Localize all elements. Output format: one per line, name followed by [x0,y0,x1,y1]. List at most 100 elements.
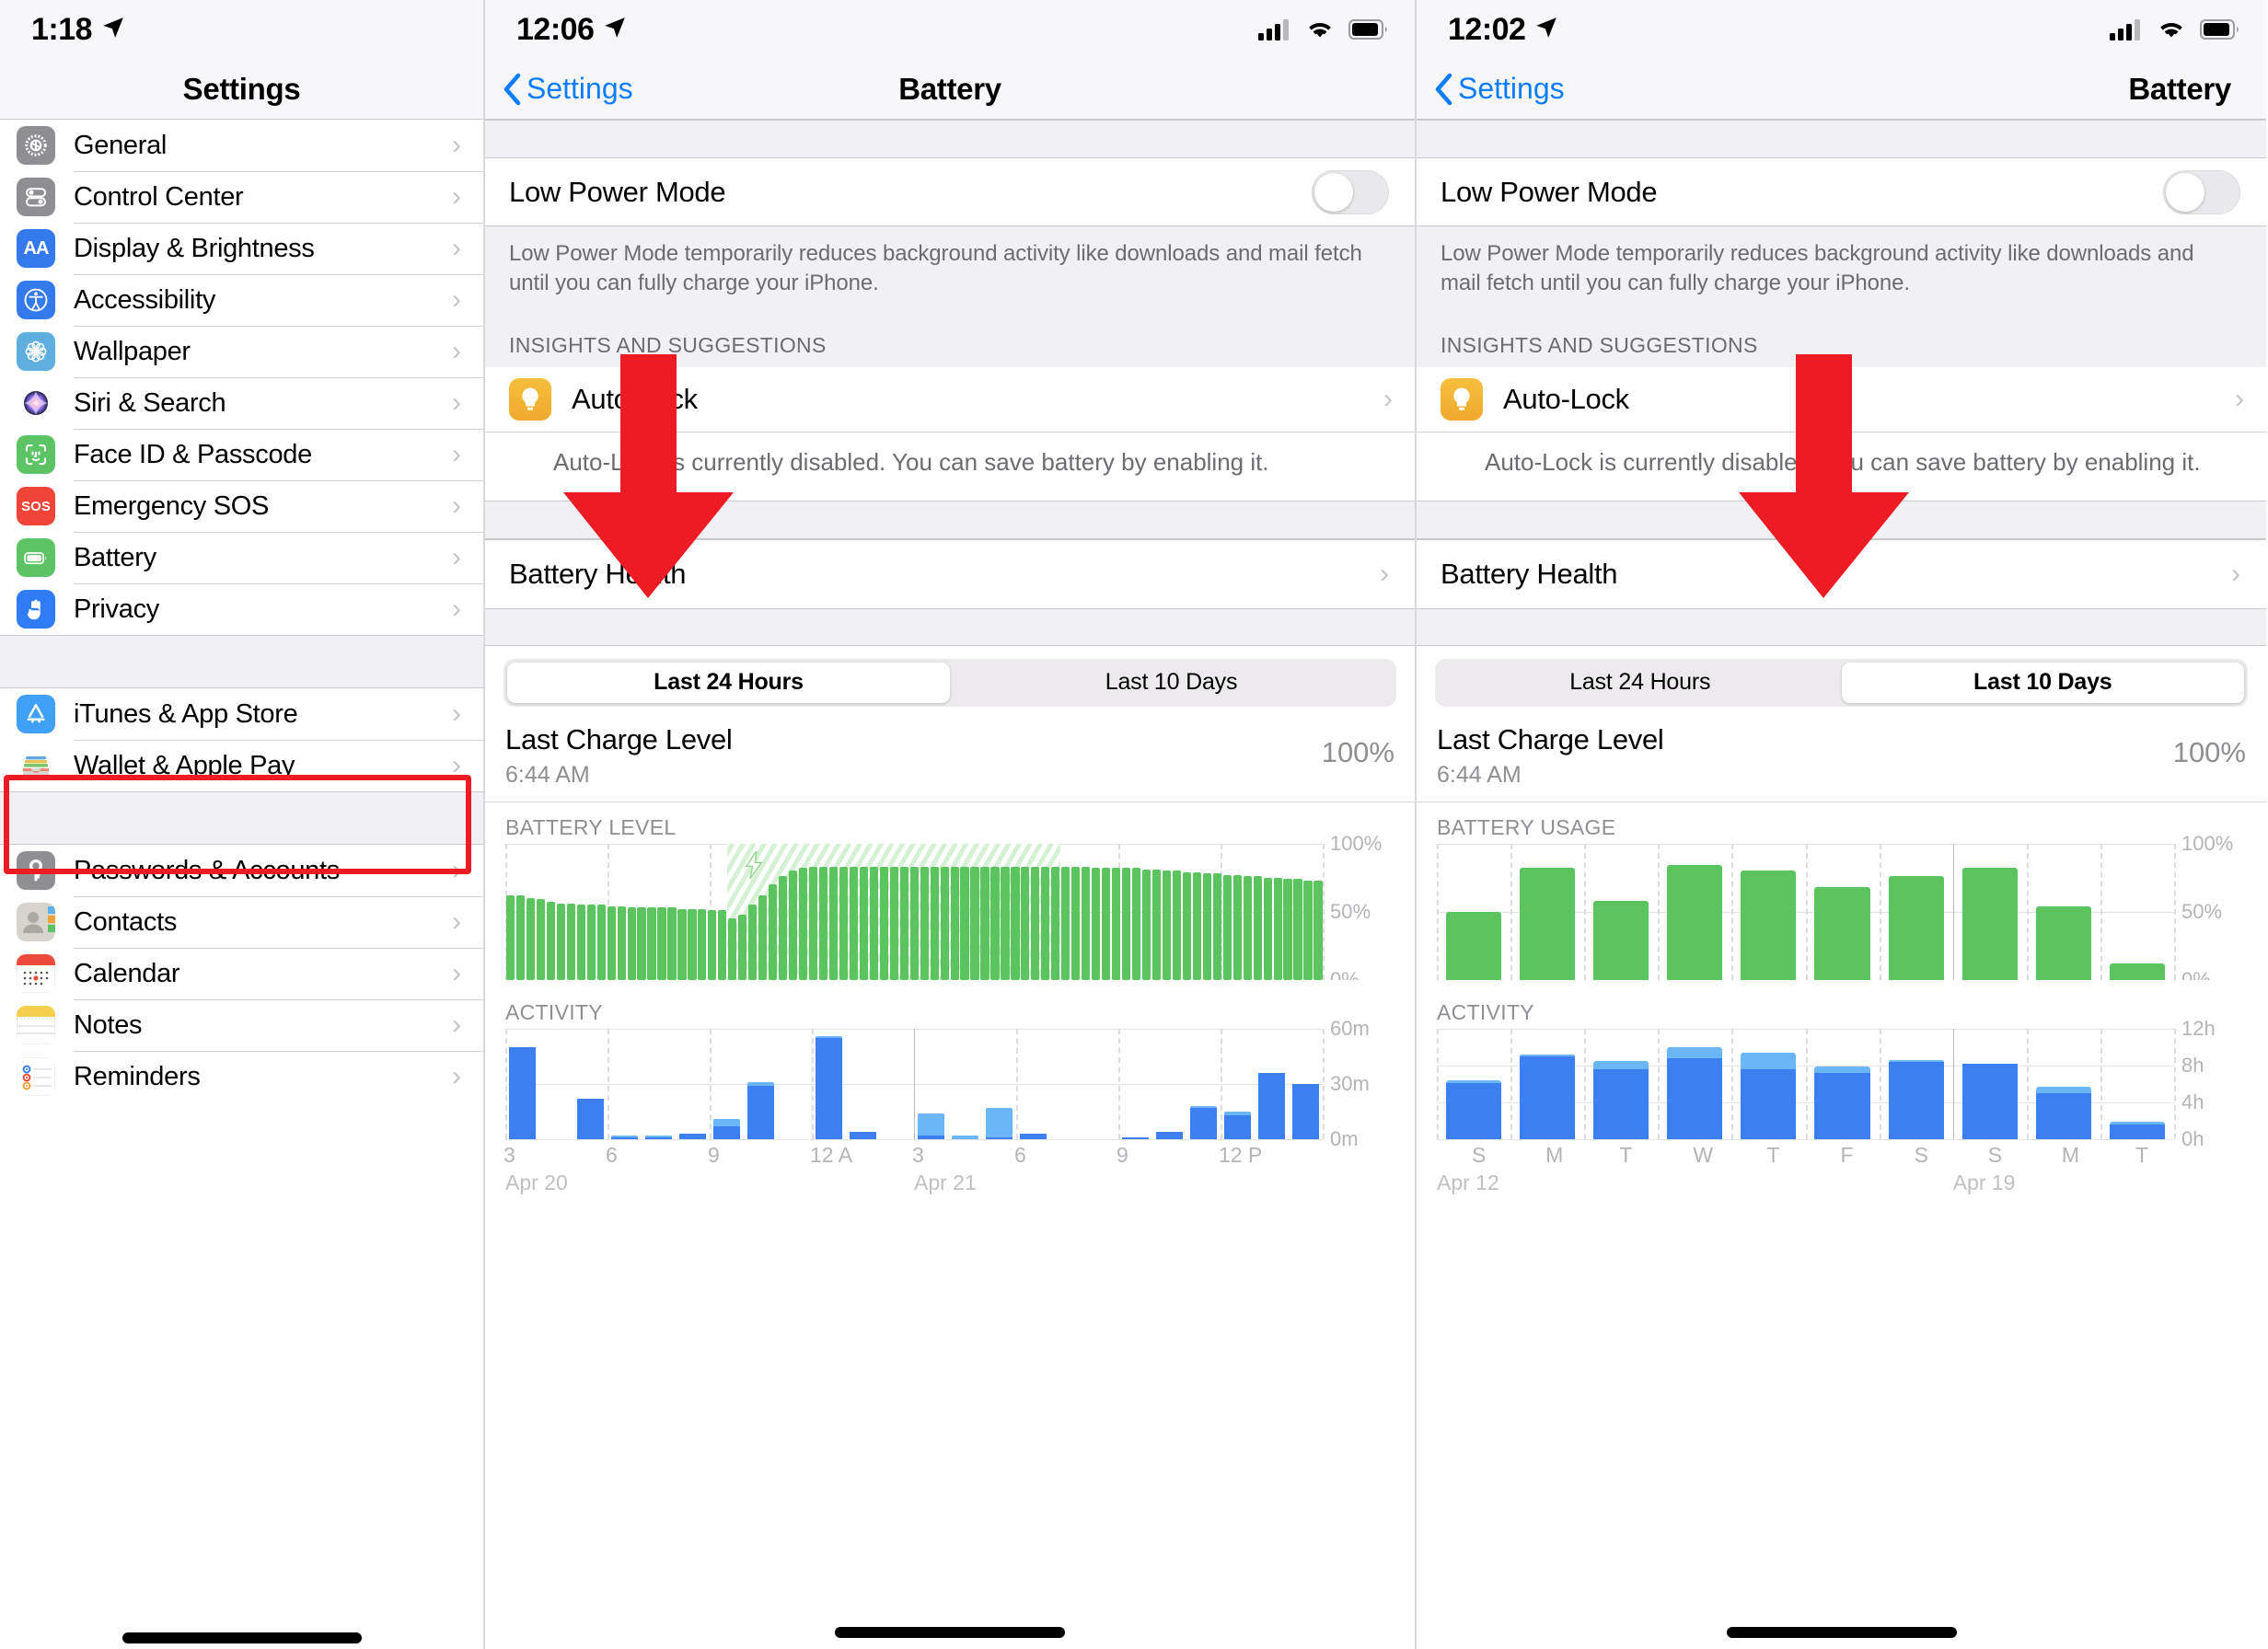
sidebar-item-label: Emergency SOS [74,490,270,521]
x-tick-label: F [1840,1142,1854,1167]
last-charge-title: Last Charge Level [1437,722,1664,755]
sidebar-item-reminders[interactable]: Reminders › [0,1051,483,1102]
bar [1313,880,1323,980]
bar [1151,869,1162,980]
bar-segment-screen-on [850,1131,876,1139]
back-to-settings-button[interactable]: Settings [1417,72,1565,106]
bar [2109,963,2165,980]
x-tick-label: M [2061,1142,2080,1167]
bar [1131,868,1141,980]
last-charge-time: 6:44 AM [1437,761,1522,788]
down-arrow-annotation [1739,354,1909,598]
screenshot-root: 1:18 Settings General › Control Center › AA D… [0,0,2268,1649]
bar [1121,868,1131,980]
date-label: Apr 19 [1952,1170,2016,1194]
low-power-mode-row[interactable]: Low Power Mode [1417,158,2266,226]
sidebar-item-privacy[interactable]: Privacy › [0,583,483,635]
sidebar-item-wallet-apple-pay[interactable]: Wallet & Apple Pay › [0,740,483,791]
chevron-right-icon: › [452,542,461,572]
sidebar-item-display-brightness[interactable]: AA Display & Brightness › [0,223,483,274]
last-charge-row: Last Charge Level 6:44 AM 100% [1417,706,2266,802]
calendar-icon [17,954,55,993]
low-power-mode-row[interactable]: Low Power Mode [485,158,1415,226]
sidebar-item-label: Accessibility [74,284,216,315]
bar [1190,1105,1217,1139]
settings-group: iTunes & App Store › Wallet & Apple Pay › [0,688,483,791]
aa-text-icon: AA [17,229,55,268]
bar-segment-screen-on [1888,1061,1944,1139]
sidebar-item-calendar[interactable]: Calendar › [0,948,483,999]
low-power-mode-footnote: Low Power Mode temporarily reduces backg… [1417,226,2266,318]
bar [566,903,575,980]
bar [576,905,585,980]
bar [869,866,878,980]
sidebar-item-emergency-sos[interactable]: SOS Emergency SOS › [0,480,483,532]
bar-segment-screen-on [1156,1131,1183,1139]
x-tick-label: 6 [1014,1142,1026,1167]
sidebar-item-battery[interactable]: Battery › [0,532,483,583]
battery-10days-screen: 12:02 Settings Battery Low Power Mode Lo… [1415,0,2266,1649]
bar [536,899,545,980]
location-arrow-icon [101,16,125,44]
bar [713,1118,740,1139]
location-arrow-icon [603,16,627,44]
bar-segment-screen-off [1814,1066,1870,1073]
bar-segment-screen-off [1741,1052,1797,1069]
bar [1283,879,1292,980]
low-power-mode-label: Low Power Mode [509,175,726,208]
back-to-settings-button[interactable]: Settings [485,72,633,106]
segment-option-last-24-hours[interactable]: Last 24 Hours [507,662,950,703]
chevron-right-icon: › [452,594,461,624]
chevron-right-icon: › [452,284,461,315]
status-time: 12:02 [1448,11,1526,47]
time-range-segmented-control[interactable]: Last 24 Hours Last 10 Days [503,658,1396,707]
bar-segment-screen-on [2035,1092,2091,1139]
sidebar-item-siri-search[interactable]: Siri & Search › [0,377,483,429]
activity-date-labels: Apr 12 Apr 19 [1437,1170,2174,1202]
chevron-right-icon: › [452,750,461,780]
settings-group: Passwords & Accounts › Contacts › Calendar › N… [0,845,483,1102]
sidebar-item-notes[interactable]: Notes › [0,999,483,1051]
sidebar-item-label: Control Center [74,181,244,212]
time-range-segmented-control[interactable]: Last 24 Hours Last 10 Days [1435,658,2248,707]
sidebar-item-control-center[interactable]: Control Center › [0,171,483,223]
back-label: Settings [526,72,633,105]
chevron-right-icon: › [452,439,461,469]
bar [1021,866,1030,980]
sidebar-item-label: Contacts [74,906,178,937]
sidebar-item-passwords-accounts[interactable]: Passwords & Accounts › [0,845,483,896]
bar [738,914,747,980]
segment-option-last-10-days[interactable]: Last 10 Days [950,663,1393,703]
last-charge-title: Last Charge Level [505,722,733,755]
chevron-left-icon [1435,73,1452,105]
bar [970,866,979,980]
battery-24h-screen: 12:06 Settings Battery Low Power Mode Lo… [483,0,1415,1649]
bar [1061,866,1070,980]
sidebar-item-general[interactable]: General › [0,120,483,171]
bar [950,866,959,980]
bar [990,866,1000,980]
segment-option-last-24-hours[interactable]: Last 24 Hours [1439,663,1842,703]
sidebar-item-label: Notes [74,1009,143,1040]
sidebar-item-accessibility[interactable]: Accessibility › [0,274,483,326]
low-power-mode-footnote: Low Power Mode temporarily reduces backg… [485,226,1415,318]
bar [1102,868,1111,980]
settings-list-screen: 1:18 Settings General › Control Center › AA D… [0,0,483,1649]
chevron-right-icon: › [452,490,461,521]
bar [1202,873,1211,980]
section-gap [1417,608,2266,646]
low-power-mode-toggle[interactable] [1312,169,1389,214]
low-power-mode-toggle[interactable] [2163,169,2240,214]
segment-option-last-10-days[interactable]: Last 10 Days [1841,662,2244,703]
bar [1446,1080,1502,1139]
sidebar-item-itunes-app-store[interactable]: iTunes & App Store › [0,688,483,740]
bar [1667,1046,1723,1139]
sidebar-item-contacts[interactable]: Contacts › [0,896,483,948]
bar [899,866,908,980]
bar [1172,871,1182,980]
sidebar-item-wallpaper[interactable]: Wallpaper › [0,326,483,377]
bar-segment-screen-off [2035,1086,2091,1093]
sidebar-item-face-id-passcode[interactable]: Face ID & Passcode › [0,429,483,480]
battery-usage-bars [1437,844,2174,980]
location-arrow-icon [1534,16,1558,44]
